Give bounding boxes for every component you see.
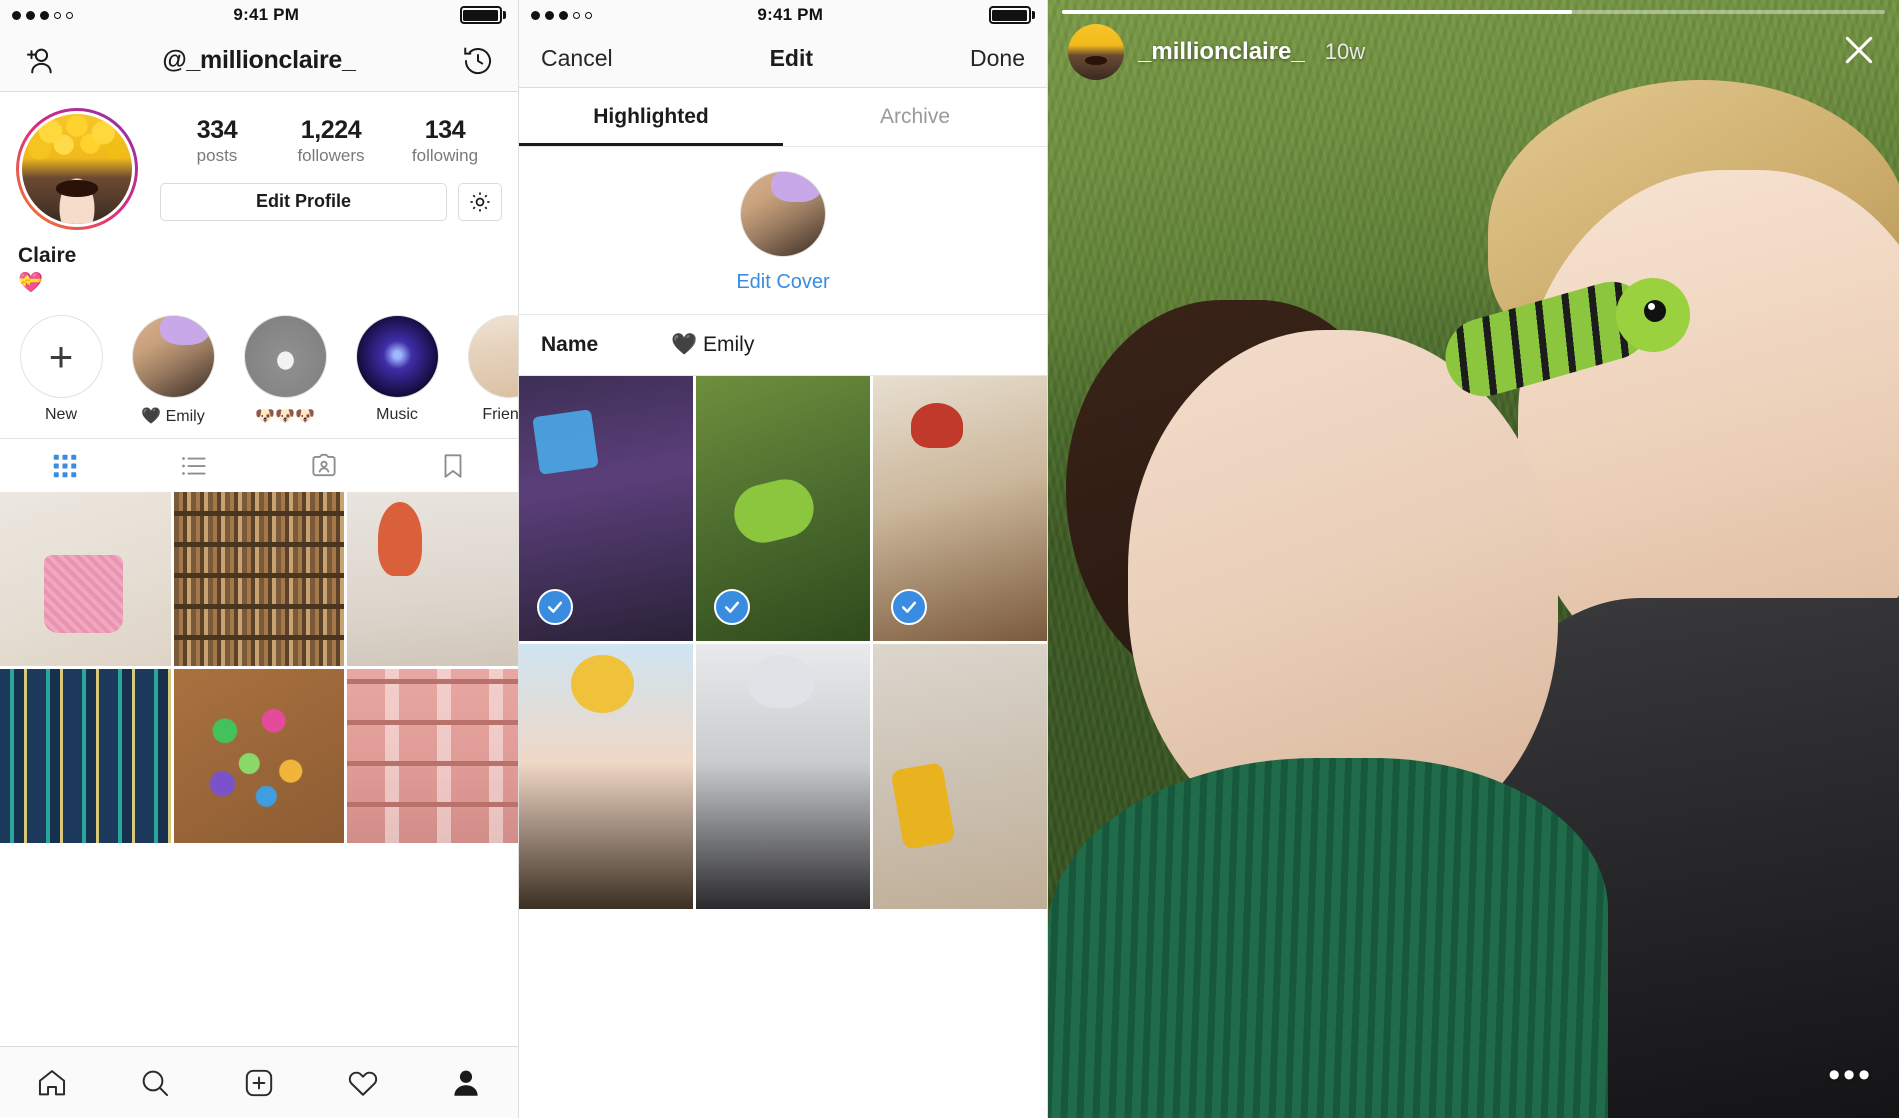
add-person-icon[interactable] (18, 39, 62, 83)
stat-posts-count: 334 (196, 116, 238, 144)
story-highlights-row[interactable]: + New 🖤 Emily 🐶🐶🐶 Music Friends (0, 295, 518, 438)
story-username[interactable]: _millionclaire_ (1138, 38, 1305, 66)
selected-checkmark-icon[interactable] (891, 589, 927, 625)
story-timestamp: 10w (1324, 39, 1366, 64)
edit-navbar: Cancel Edit Done (519, 30, 1047, 88)
story-progress-bar (1062, 10, 1885, 14)
profile-screen: 9:41 PM @_millionclaire_ 334 posts 1,224… (0, 0, 519, 1118)
tab-grid[interactable] (0, 439, 130, 492)
stat-following-label: following (411, 145, 479, 165)
name-label: Name (541, 333, 599, 356)
stat-posts-label: posts (196, 145, 238, 165)
status-time: 9:41 PM (757, 5, 824, 24)
highlight-label: 🐶🐶🐶 (255, 408, 315, 425)
stat-followers-label: followers (297, 145, 365, 165)
media-thumbnail[interactable] (696, 644, 870, 909)
post-thumbnail[interactable] (173, 669, 345, 843)
highlight-cover-thumbnail[interactable] (740, 171, 826, 257)
profile-avatar[interactable] (16, 108, 138, 230)
stat-posts[interactable]: 334 posts (160, 116, 274, 167)
page-title: @_millionclaire_ (162, 46, 356, 74)
signal-strength-indicator (531, 10, 592, 20)
profile-header: 334 posts 1,224 followers 134 following … (0, 92, 518, 230)
cancel-button[interactable]: Cancel (541, 45, 613, 72)
highlight-emily[interactable]: 🖤 Emily (126, 315, 220, 426)
profile-content-tabs (0, 438, 518, 492)
post-thumbnail[interactable] (347, 669, 518, 843)
tab-saved[interactable] (389, 439, 519, 492)
profile-actions: Edit Profile (160, 182, 502, 221)
edit-highlight-screen: 9:41 PM Cancel Edit Done Highlighted Arc… (519, 0, 1048, 1118)
highlight-label: Friends (482, 406, 518, 423)
battery-icon (459, 6, 506, 24)
story-header: _millionclaire_ 10w (1068, 24, 1879, 80)
tab-tagged[interactable] (259, 439, 389, 492)
close-icon[interactable] (1839, 30, 1879, 75)
tab-list[interactable] (130, 439, 260, 492)
edit-tabs: Highlighted Archive (519, 88, 1047, 146)
highlight-label: 🖤 Emily (141, 408, 205, 425)
post-thumbnail[interactable] (347, 492, 518, 666)
media-selection-grid (519, 376, 1047, 909)
done-button[interactable]: Done (970, 45, 1025, 72)
highlight-music[interactable]: Music (350, 315, 444, 426)
stat-followers-count: 1,224 (300, 116, 362, 144)
edit-title: Edit (769, 45, 814, 71)
highlight-label: New (44, 406, 77, 423)
status-bar-edit: 9:41 PM (519, 0, 1047, 30)
story-viewer-screen: _millionclaire_ 10w ••• (1048, 0, 1899, 1118)
gear-icon[interactable] (458, 182, 502, 221)
post-grid (0, 492, 518, 843)
name-input-value[interactable]: 🖤 Emily (671, 333, 754, 357)
selected-checkmark-icon[interactable] (714, 589, 750, 625)
highlight-name-row[interactable]: Name 🖤 Emily (519, 314, 1047, 376)
post-thumbnail[interactable] (0, 492, 171, 666)
post-thumbnail[interactable] (173, 492, 345, 666)
signal-strength-indicator (12, 10, 73, 20)
highlight-dogs[interactable]: 🐶🐶🐶 (238, 315, 332, 426)
profile-stats-column: 334 posts 1,224 followers 134 following … (138, 108, 502, 230)
profile-stats-row: 334 posts 1,224 followers 134 following (160, 116, 502, 167)
search-icon[interactable] (104, 1066, 208, 1100)
media-thumbnail[interactable] (873, 376, 1047, 641)
stat-followers[interactable]: 1,224 followers (274, 116, 388, 167)
caterpillar-eye (1644, 300, 1666, 322)
highlight-new[interactable]: + New (14, 315, 108, 426)
stat-following-count: 134 (424, 116, 466, 144)
heart-icon[interactable] (311, 1066, 415, 1100)
tab-highlighted[interactable]: Highlighted (519, 88, 783, 146)
profile-display-name: Claire (18, 244, 77, 267)
stat-following[interactable]: 134 following (388, 116, 502, 167)
post-thumbnail[interactable] (0, 669, 171, 843)
story-author-avatar[interactable] (1068, 24, 1124, 80)
plus-icon: + (48, 332, 74, 380)
cover-section: Edit Cover (519, 147, 1047, 314)
status-bar-profile: 9:41 PM (0, 0, 518, 30)
profile-bio-line: 💝 (18, 272, 43, 294)
screenshot-root: 9:41 PM @_millionclaire_ 334 posts 1,224… (0, 0, 1900, 1118)
story-media[interactable]: _millionclaire_ 10w ••• (1048, 0, 1899, 1118)
highlight-label: Music (376, 406, 418, 423)
highlight-friends[interactable]: Friends (462, 315, 518, 426)
media-thumbnail[interactable] (696, 376, 870, 641)
story-subject-sweater-left (1048, 758, 1608, 1118)
edit-profile-button[interactable]: Edit Profile (160, 182, 447, 221)
add-post-icon[interactable] (207, 1066, 311, 1100)
more-options-icon[interactable]: ••• (1828, 1058, 1873, 1092)
media-thumbnail[interactable] (519, 376, 693, 641)
media-thumbnail[interactable] (873, 644, 1047, 909)
edit-cover-link[interactable]: Edit Cover (519, 271, 1047, 294)
tab-archive[interactable]: Archive (783, 88, 1047, 146)
bottom-tab-bar (0, 1046, 518, 1118)
profile-bio: Claire 💝 (0, 230, 518, 295)
status-time: 9:41 PM (233, 5, 300, 24)
battery-icon (988, 6, 1035, 24)
history-clock-icon[interactable] (456, 39, 500, 83)
selected-checkmark-icon[interactable] (537, 589, 573, 625)
home-icon[interactable] (0, 1066, 104, 1100)
profile-icon[interactable] (414, 1066, 518, 1100)
media-thumbnail[interactable] (519, 644, 693, 909)
profile-navbar: @_millionclaire_ (0, 30, 518, 92)
